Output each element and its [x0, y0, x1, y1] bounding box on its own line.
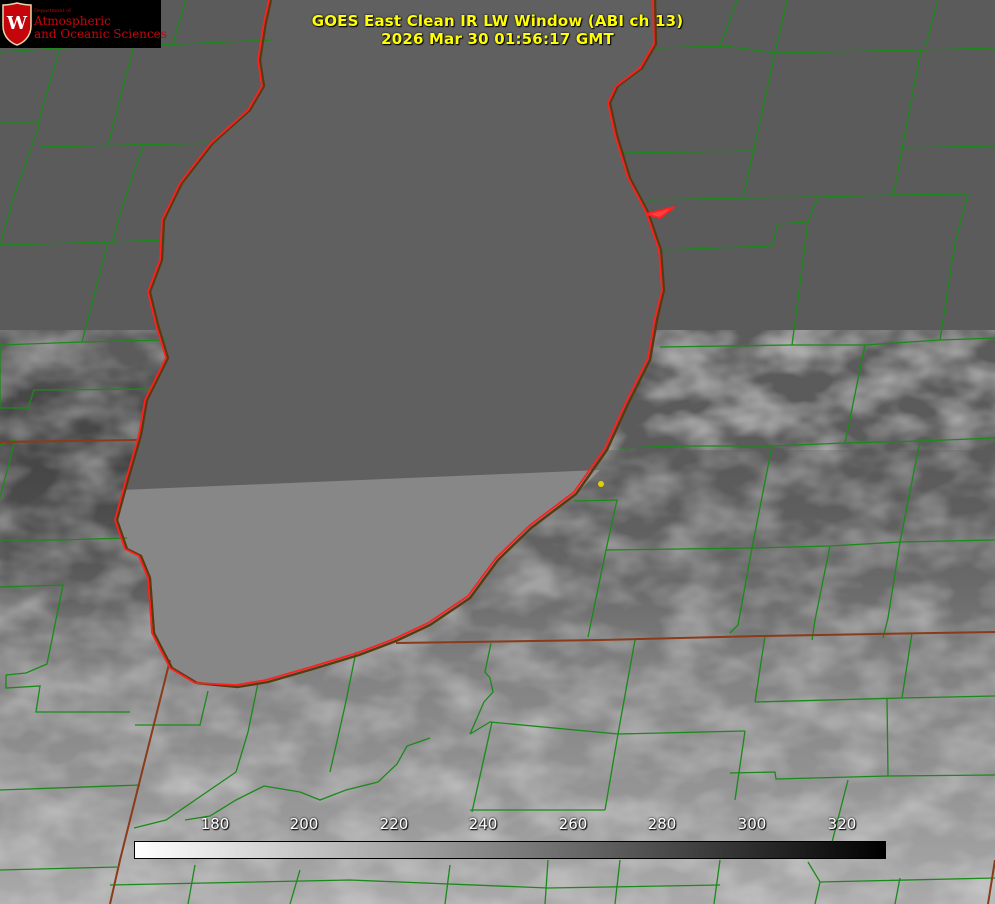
colorbar-tick-label: 180 — [200, 815, 230, 833]
colorbar-tick-label: 220 — [379, 815, 409, 833]
location-marker — [598, 481, 604, 487]
colorbar-tick-label: 260 — [558, 815, 588, 833]
colorbar-tick-label: 320 — [827, 815, 857, 833]
image-title: GOES East Clean IR LW Window (ABI ch 13) — [311, 12, 684, 30]
satellite-map[interactable] — [0, 0, 995, 904]
colorbar-tick-label: 280 — [647, 815, 677, 833]
colorbar-gradient — [134, 841, 886, 859]
image-timestamp: 2026 Mar 30 01:56:17 GMT — [381, 30, 614, 48]
colorbar-tick-label: 200 — [289, 815, 319, 833]
colorbar-tick-label: 300 — [737, 815, 767, 833]
colorbar-tick-label: 240 — [468, 815, 498, 833]
